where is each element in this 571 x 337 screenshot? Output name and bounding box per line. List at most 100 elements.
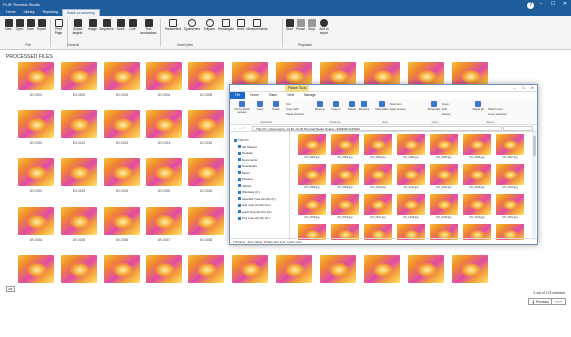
file-thumbnail[interactable]: [430, 164, 458, 185]
file-thumbnail[interactable]: [397, 134, 425, 155]
previous-button[interactable]: ❮ Previous: [528, 298, 553, 305]
sync-error-link[interactable]: Files can't sync. Learn more...: [267, 240, 304, 244]
explorer-button-6[interactable]: Rename: [356, 101, 372, 111]
file-thumbnail[interactable]: [397, 194, 425, 215]
processed-file-thumbnail[interactable]: [104, 110, 140, 138]
tab-share[interactable]: Share: [264, 92, 283, 99]
spotmeters-button[interactable]: Spotmeters: [183, 19, 201, 32]
explorer-small-command[interactable]: Open: [442, 102, 449, 106]
processed-file-thumbnail[interactable]: [320, 255, 356, 283]
processed-file-thumbnail[interactable]: [188, 62, 224, 90]
file-thumbnail[interactable]: [298, 194, 326, 215]
explorer-small-command[interactable]: History: [442, 112, 451, 116]
explorer-small-command[interactable]: New item: [390, 102, 402, 106]
nav-item[interactable]: swsusb1 (\\se.win.flir) (F:): [238, 197, 276, 201]
explorer-button-1[interactable]: Copy: [252, 101, 268, 111]
explorer-button-9[interactable]: Select all: [470, 101, 486, 111]
processed-file-thumbnail[interactable]: [146, 110, 182, 138]
processed-file-thumbnail[interactable]: [188, 207, 224, 235]
explorer-button-2[interactable]: Paste: [268, 101, 284, 111]
tab-file[interactable]: File: [230, 92, 246, 99]
ellipses-button[interactable]: Ellipses: [202, 19, 217, 32]
processed-file-thumbnail[interactable]: [104, 62, 140, 90]
minimize-icon[interactable]: –: [535, 0, 547, 9]
file-thumbnail[interactable]: [364, 134, 392, 155]
processed-file-thumbnail[interactable]: [61, 62, 97, 90]
processed-file-thumbnail[interactable]: [61, 110, 97, 138]
tab-library[interactable]: Library: [20, 9, 39, 16]
rectangles-button[interactable]: Rectangles: [217, 19, 235, 32]
explorer-small-command[interactable]: Select none: [488, 107, 503, 111]
add-to-report-button[interactable]: Add to report: [317, 19, 331, 35]
file-thumbnail[interactable]: [496, 194, 524, 215]
file-thumbnail[interactable]: [430, 194, 458, 215]
print-page-button[interactable]: Print Page: [52, 19, 65, 35]
file-thumbnail[interactable]: [298, 164, 326, 185]
file-thumbnail[interactable]: [397, 164, 425, 185]
processed-file-thumbnail[interactable]: [18, 62, 54, 90]
picture-tools-tab[interactable]: Picture Tools: [285, 85, 310, 92]
file-thumbnail[interactable]: [463, 194, 491, 215]
processed-file-thumbnail[interactable]: [18, 255, 54, 283]
text-annotations-button[interactable]: Text annotations: [139, 19, 158, 35]
tab-reporting[interactable]: Reporting: [39, 9, 63, 16]
explorer-small-command[interactable]: Edit: [442, 107, 447, 111]
forward-arrow-icon[interactable]: →: [238, 126, 241, 130]
file-thumbnail[interactable]: [496, 134, 524, 155]
measurements-button[interactable]: Measurements: [246, 19, 268, 32]
nav-item[interactable]: Desktop: [238, 151, 253, 155]
lines-button[interactable]: Lines: [235, 19, 246, 32]
nav-item[interactable]: Windows (C:): [238, 190, 260, 194]
line-button[interactable]: Line: [126, 19, 139, 32]
image-button[interactable]: Image: [86, 19, 99, 32]
stop-button[interactable]: Stop: [306, 19, 317, 32]
explorer-button-8[interactable]: Properties: [426, 101, 442, 111]
processed-file-thumbnail[interactable]: [104, 158, 140, 186]
file-thumbnail[interactable]: [364, 164, 392, 185]
processed-file-thumbnail[interactable]: [146, 62, 182, 90]
processed-file-thumbnail[interactable]: [18, 110, 54, 138]
parameters-button[interactable]: Parameters: [164, 19, 182, 32]
nav-item[interactable]: Pictures: [238, 177, 253, 181]
tab-home[interactable]: Home: [2, 9, 20, 16]
processed-file-thumbnail[interactable]: [364, 255, 400, 283]
help-icon[interactable]: ?: [527, 2, 534, 9]
processed-file-thumbnail[interactable]: [104, 207, 140, 235]
sequence-button[interactable]: Sequence: [99, 19, 114, 32]
maximize-icon[interactable]: ☐: [547, 0, 559, 9]
nav-item[interactable]: This PC: [234, 138, 249, 142]
nav-item[interactable]: swtr (\\se.win.flir) (G:): [238, 203, 271, 207]
output-targets-button[interactable]: Output targets: [70, 19, 85, 35]
up-arrow-icon[interactable]: ↑: [243, 126, 245, 130]
tab-home[interactable]: Home: [245, 92, 264, 99]
explorer-small-command[interactable]: Copy path: [286, 107, 299, 111]
processed-file-thumbnail[interactable]: [188, 255, 224, 283]
minimize-icon[interactable]: –: [510, 85, 519, 92]
file-thumbnail[interactable]: [496, 164, 524, 185]
next-button[interactable]: Next: [551, 298, 566, 305]
processed-file-thumbnail[interactable]: [146, 207, 182, 235]
processed-file-thumbnail[interactable]: [146, 255, 182, 283]
view-options-dropdown[interactable]: ⊞▾: [6, 286, 15, 292]
search-input[interactable]: [503, 126, 533, 131]
explorer-button-7[interactable]: New folder: [374, 101, 390, 111]
processed-file-thumbnail[interactable]: [61, 158, 97, 186]
processed-file-thumbnail[interactable]: [276, 255, 312, 283]
back-arrow-icon[interactable]: ←: [233, 126, 236, 130]
file-thumbnail[interactable]: [430, 134, 458, 155]
explorer-button-0[interactable]: Pin to Quick access: [234, 101, 250, 114]
explorer-small-command[interactable]: Paste shortcut: [286, 112, 304, 116]
nav-item[interactable]: 3D Objects: [238, 145, 257, 149]
explorer-button-3[interactable]: Move to: [312, 101, 328, 111]
file-thumbnail[interactable]: [463, 164, 491, 185]
processed-file-thumbnail[interactable]: [452, 255, 488, 283]
start-button[interactable]: Start: [284, 19, 295, 32]
explorer-small-command[interactable]: Cut: [286, 102, 290, 106]
nav-item[interactable]: Videos: [238, 184, 251, 188]
nav-item[interactable]: Proj (\\se.win.flir) (P:): [238, 216, 270, 220]
explorer-small-command[interactable]: Easy access: [390, 107, 406, 111]
nav-item[interactable]: Documents: [238, 158, 257, 162]
processed-file-thumbnail[interactable]: [408, 255, 444, 283]
pause-button[interactable]: Pause: [295, 19, 306, 32]
close-icon[interactable]: ✕: [528, 85, 537, 92]
